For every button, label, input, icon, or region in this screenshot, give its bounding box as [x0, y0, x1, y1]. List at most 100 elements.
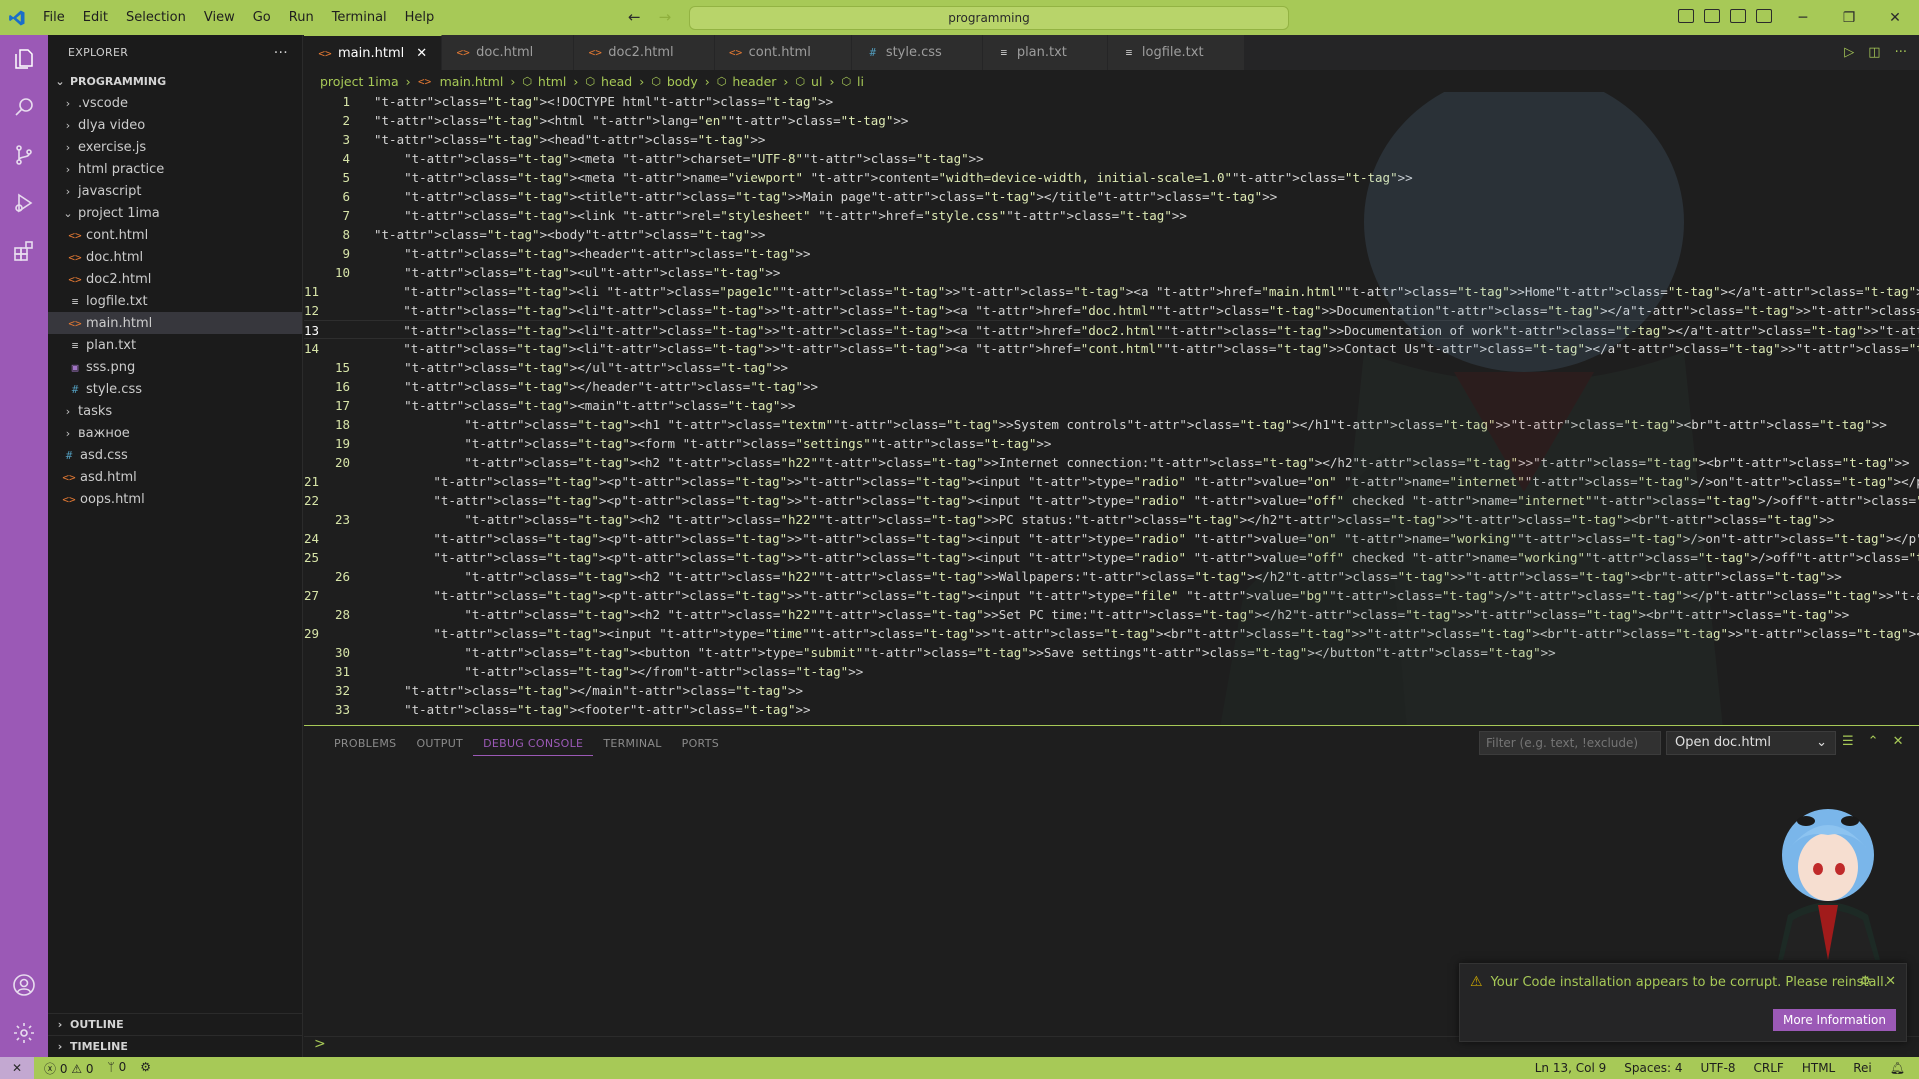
panel-tab[interactable]: PROBLEMS	[324, 726, 406, 761]
tree-item[interactable]: › html practice	[48, 158, 302, 180]
code-editor[interactable]: 1 "t-attr">class="t-tag"><!DOCTYPE html"t…	[304, 92, 1919, 725]
clear-console-icon[interactable]: ☰	[1842, 734, 1854, 749]
menu-help[interactable]: Help	[396, 0, 444, 35]
breadcrumb-item[interactable]: body	[667, 74, 698, 89]
notification-close-icon[interactable]: ✕	[1885, 974, 1896, 989]
panel-tab[interactable]: OUTPUT	[406, 726, 473, 761]
outline-section[interactable]: › OUTLINE	[48, 1013, 303, 1035]
panel-tab[interactable]: TERMINAL	[593, 726, 671, 761]
close-tab-icon[interactable]: ✕	[416, 46, 427, 61]
editor-tab[interactable]: ≡ logfile.txt	[1107, 35, 1245, 70]
more-information-button[interactable]: More Information	[1772, 1009, 1896, 1031]
menu-terminal[interactable]: Terminal	[323, 0, 396, 35]
tree-item[interactable]: ⌄ project 1ima	[48, 202, 302, 224]
editor-tab[interactable]: <> doc.html	[442, 35, 575, 70]
editor-tab[interactable]: <> main.html ✕	[304, 35, 443, 70]
source-control-icon[interactable]	[0, 131, 48, 179]
close-panel-icon[interactable]: ✕	[1893, 734, 1904, 749]
tree-item[interactable]: <> oops.html	[48, 488, 302, 510]
settings-gear-icon[interactable]	[0, 1009, 48, 1057]
tree-item[interactable]: <> asd.html	[48, 466, 302, 488]
tree-item[interactable]: › tasks	[48, 400, 302, 422]
toggle-secondary-sidebar-icon[interactable]	[1730, 9, 1746, 23]
maximize-panel-icon[interactable]: ⌃	[1868, 734, 1879, 749]
tree-item[interactable]: ≡ logfile.txt	[48, 290, 302, 312]
tree-item[interactable]: › javascript	[48, 180, 302, 202]
debug-filter-input[interactable]	[1479, 731, 1661, 755]
customize-layout-icon[interactable]	[1756, 9, 1772, 23]
notification-settings-gear-icon[interactable]: ⚙	[1859, 974, 1871, 989]
run-icon[interactable]: ▷	[1844, 45, 1854, 60]
tree-item[interactable]: <> doc.html	[48, 246, 302, 268]
tree-item[interactable]: › .vscode	[48, 92, 302, 114]
breadcrumb-item[interactable]: project 1ima	[320, 74, 399, 89]
tree-item[interactable]: › важное	[48, 422, 302, 444]
panel-tab[interactable]: PORTS	[672, 726, 729, 761]
encoding[interactable]: UTF-8	[1701, 1061, 1736, 1075]
menu-selection[interactable]: Selection	[117, 0, 195, 35]
more-actions-icon[interactable]: ···	[274, 45, 288, 61]
forward-arrow-icon[interactable]: →	[659, 8, 672, 26]
toggle-primary-sidebar-icon[interactable]	[1678, 9, 1694, 23]
tree-item[interactable]: <> main.html	[48, 312, 302, 334]
breadcrumb-item[interactable]: head	[601, 74, 632, 89]
toggle-panel-icon[interactable]	[1704, 9, 1720, 23]
tree-item[interactable]: # asd.css	[48, 444, 302, 466]
tree-item[interactable]: ≡ plan.txt	[48, 334, 302, 356]
breadcrumb: project 1ima › <> main.html › ⬡ html › ⬡ head › ⬡ bo…	[304, 70, 1919, 92]
code-line: 7 "t-attr">class="t-tag"><link "t-attr">…	[304, 206, 1919, 225]
tree-item[interactable]: › dlya video	[48, 114, 302, 136]
editor-area: <> main.html ✕ <> doc.html <> doc2.html <> cont.…	[304, 35, 1919, 725]
search-icon[interactable]	[0, 83, 48, 131]
language-mode[interactable]: HTML	[1802, 1061, 1835, 1075]
tree-item[interactable]: <> doc2.html	[48, 268, 302, 290]
problems-status[interactable]: ⓧ 0 ⚠ 0	[44, 1060, 94, 1077]
back-arrow-icon[interactable]: ←	[628, 8, 641, 26]
minimize-button[interactable]: ─	[1780, 0, 1826, 35]
menu-file[interactable]: File	[34, 0, 74, 35]
breadcrumb-item[interactable]: li	[857, 74, 864, 89]
workspace-section[interactable]: ⌄ PROGRAMMING	[48, 70, 302, 92]
tree-item[interactable]: › exercise.js	[48, 136, 302, 158]
indentation[interactable]: Spaces: 4	[1624, 1061, 1682, 1075]
command-center[interactable]: programming	[689, 6, 1289, 30]
explorer-icon[interactable]	[0, 35, 48, 83]
menu-edit[interactable]: Edit	[74, 0, 117, 35]
account-icon[interactable]	[0, 961, 48, 1009]
tree-item[interactable]: # style.css	[48, 378, 302, 400]
end-of-line[interactable]: CRLF	[1754, 1061, 1784, 1075]
menu-go[interactable]: Go	[244, 0, 280, 35]
remote-indicator-icon[interactable]: ✕	[0, 1057, 34, 1079]
ports-status[interactable]: ᛘ 0	[108, 1060, 127, 1077]
timeline-section[interactable]: › TIMELINE	[48, 1035, 303, 1057]
panel-tab[interactable]: DEBUG CONSOLE	[473, 732, 594, 756]
restore-button[interactable]: ❐	[1826, 0, 1872, 35]
notifications-bell-icon[interactable]: 🔔︎	[1890, 1061, 1905, 1075]
html-file-icon: <>	[68, 272, 82, 286]
extensions-icon[interactable]	[0, 227, 48, 275]
close-window-button[interactable]: ✕	[1872, 0, 1918, 35]
menu-view[interactable]: View	[195, 0, 244, 35]
breadcrumb-item[interactable]: html	[538, 74, 566, 89]
more-actions-icon[interactable]: ···	[1895, 45, 1907, 60]
debug-status-icon[interactable]: ⚙	[140, 1060, 151, 1077]
editor-tab[interactable]: <> cont.html	[714, 35, 852, 70]
breadcrumb-item[interactable]: ul	[811, 74, 822, 89]
extra-status[interactable]: Rei	[1853, 1061, 1872, 1075]
editor-tab[interactable]: # style.css	[851, 35, 983, 70]
line-number: 12	[304, 303, 320, 318]
menu-run[interactable]: Run	[280, 0, 323, 35]
breadcrumb-item[interactable]: main.html	[440, 74, 504, 89]
code-text: "t-attr">class="t-tag"><!DOCTYPE html"t-…	[374, 94, 834, 109]
editor-tab[interactable]: ≡ plan.txt	[982, 35, 1108, 70]
run-debug-icon[interactable]	[0, 179, 48, 227]
editor-tab[interactable]: <> doc2.html	[574, 35, 715, 70]
console-prompt[interactable]: >	[314, 1036, 326, 1052]
split-editor-icon[interactable]: ◫	[1868, 45, 1880, 60]
cursor-position[interactable]: Ln 13, Col 9	[1535, 1061, 1607, 1075]
tree-item[interactable]: <> cont.html	[48, 224, 302, 246]
editor-actions: ▷ ◫ ···	[1844, 35, 1919, 70]
tree-item[interactable]: ▣ sss.png	[48, 356, 302, 378]
debug-session-select[interactable]: Open doc.html ⌄	[1666, 731, 1836, 755]
breadcrumb-item[interactable]: header	[732, 74, 776, 89]
